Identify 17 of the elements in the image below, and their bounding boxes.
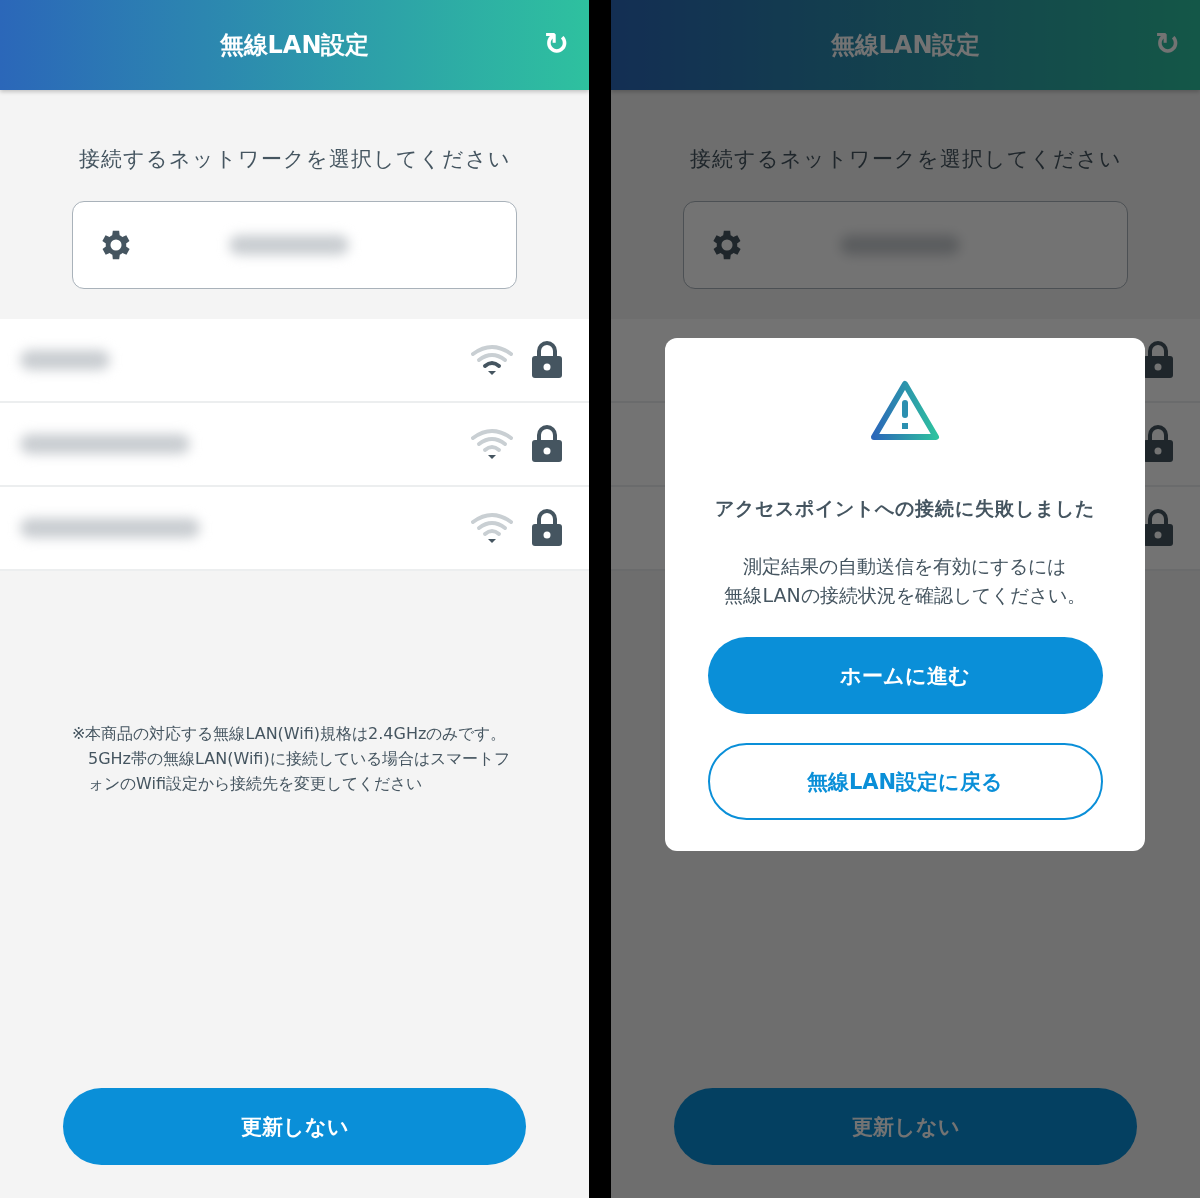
settings-card[interactable]: [72, 201, 517, 289]
instruction-text: 接続するネットワークを選択してください: [688, 146, 1123, 173]
warning-icon: [870, 380, 940, 442]
instruction-text: 接続するネットワークを選択してください: [77, 146, 512, 173]
dialog-message: 無線LANの接続状況を確認してください。: [724, 583, 1086, 608]
header-title: 無線LAN設定: [830, 30, 981, 61]
skip-update-button[interactable]: 更新しない: [674, 1088, 1137, 1165]
home-button[interactable]: ホームに進む: [707, 637, 1103, 714]
settings-card[interactable]: [683, 201, 1128, 289]
refresh-icon[interactable]: ↻: [1154, 26, 1180, 62]
back-button[interactable]: 無線LAN設定に戻る: [707, 743, 1103, 820]
header-title: 無線LAN設定: [219, 30, 370, 61]
skip-update-button[interactable]: 更新しない: [63, 1088, 526, 1165]
refresh-icon[interactable]: ↻: [543, 26, 569, 62]
dialog-message: 測定結果の自動送信を有効にするには: [742, 554, 1068, 579]
note-text: ※本商品の対応する無線LAN(Wifi)規格は2.4GHzのみです。5GHz帯の無線LAN(Wifi)に接続している場合はスマートフォンのWifi設定から接続先を変更してください: [72, 723, 511, 795]
dialog-title: アクセスポイントへの接続に失敗しました: [715, 496, 1095, 521]
